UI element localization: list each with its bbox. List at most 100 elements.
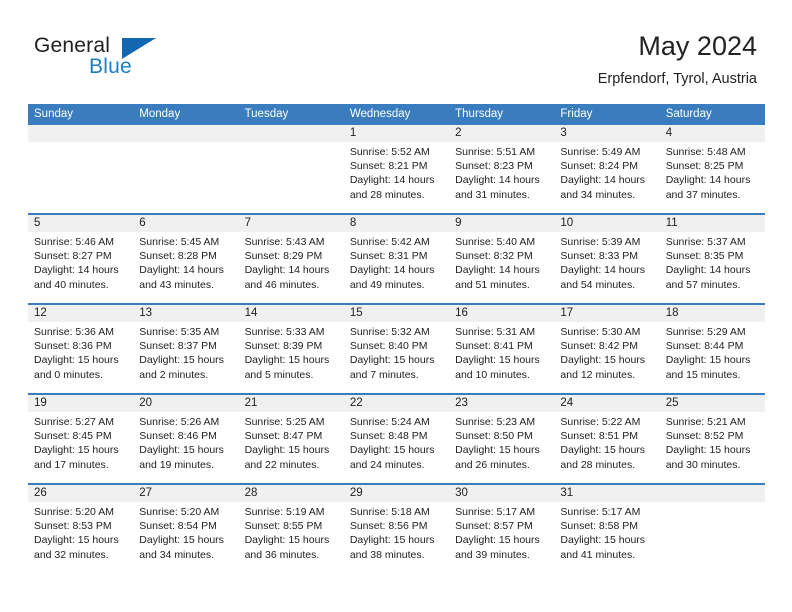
day-cell[interactable]: 31 Sunrise: 5:17 AM Sunset: 8:58 PM Dayligh… xyxy=(554,485,660,573)
day-details: Sunrise: 5:42 AM Sunset: 8:31 PM Daylight:… xyxy=(344,232,449,292)
day-cell[interactable]: 11 Sunrise: 5:37 AM Sunset: 8:35 PM Dayligh… xyxy=(659,215,765,303)
day-cell[interactable]: 27 Sunrise: 5:20 AM Sunset: 8:54 PM Dayligh… xyxy=(133,485,239,573)
sunset-text: Sunset: 8:50 PM xyxy=(455,430,533,443)
daylight-text-line2: and 24 minutes. xyxy=(349,458,425,471)
sunset-text: Sunset: 8:45 PM xyxy=(34,430,112,443)
day-cell[interactable]: 23 Sunrise: 5:23 AM Sunset: 8:50 PM Dayligh… xyxy=(449,395,555,483)
day-cell[interactable]: 9 Sunrise: 5:40 AM Sunset: 8:32 PM Daylight… xyxy=(449,215,555,303)
sunset-text: Sunset: 8:55 PM xyxy=(244,520,323,533)
day-cell[interactable]: 29 Sunrise: 5:18 AM Sunset: 8:56 PM Dayligh… xyxy=(343,485,450,573)
sunset-text: Sunset: 8:41 PM xyxy=(455,340,533,353)
sunset-text: Sunset: 8:58 PM xyxy=(560,520,639,533)
sunrise-text: Sunrise: 5:25 AM xyxy=(244,416,325,428)
day-cell[interactable]: 28 Sunrise: 5:19 AM Sunset: 8:55 PM Dayligh… xyxy=(238,485,344,573)
day-details: Sunrise: 5:33 AM Sunset: 8:39 PM Daylight:… xyxy=(239,322,344,382)
day-cell[interactable]: 8 Sunrise: 5:42 AM Sunset: 8:31 PM Daylight… xyxy=(343,215,450,303)
daylight-text-line1: Daylight: 14 hours xyxy=(455,174,540,187)
day-cell-empty xyxy=(28,125,134,213)
day-number: 31 xyxy=(554,485,660,502)
general-blue-logo[interactable]: General Blue xyxy=(34,34,164,82)
weekday-header-monday: Monday xyxy=(139,108,181,120)
sunrise-text: Sunrise: 5:39 AM xyxy=(560,236,641,248)
sunset-text: Sunset: 8:40 PM xyxy=(349,340,428,353)
week-inner: 5 Sunrise: 5:46 AM Sunset: 8:27 PM Daylight… xyxy=(28,215,765,303)
sunrise-text: Sunrise: 5:46 AM xyxy=(34,236,114,248)
sunrise-text: Sunrise: 5:33 AM xyxy=(244,326,325,338)
day-cell[interactable]: 3 Sunrise: 5:49 AM Sunset: 8:24 PM Daylight… xyxy=(554,125,660,213)
day-details: Sunrise: 5:18 AM Sunset: 8:56 PM Daylight:… xyxy=(344,502,449,562)
day-cell[interactable]: 17 Sunrise: 5:30 AM Sunset: 8:42 PM Dayligh… xyxy=(554,305,660,393)
day-cell[interactable]: 30 Sunrise: 5:17 AM Sunset: 8:57 PM Dayligh… xyxy=(449,485,555,573)
sunset-text: Sunset: 8:39 PM xyxy=(244,340,323,353)
day-cell[interactable]: 16 Sunrise: 5:31 AM Sunset: 8:41 PM Dayligh… xyxy=(449,305,555,393)
day-cell[interactable]: 6 Sunrise: 5:45 AM Sunset: 8:28 PM Daylight… xyxy=(133,215,239,303)
day-number xyxy=(133,125,239,142)
day-cell[interactable]: 5 Sunrise: 5:46 AM Sunset: 8:27 PM Daylight… xyxy=(28,215,134,303)
day-number: 10 xyxy=(554,215,660,232)
daylight-text-line2: and 39 minutes. xyxy=(455,548,530,561)
day-cell[interactable]: 18 Sunrise: 5:29 AM Sunset: 8:44 PM Dayligh… xyxy=(659,305,765,393)
day-details: Sunrise: 5:25 AM Sunset: 8:47 PM Daylight:… xyxy=(239,412,344,472)
daylight-text-line1: Daylight: 14 hours xyxy=(139,264,224,277)
day-cell[interactable]: 2 Sunrise: 5:51 AM Sunset: 8:23 PM Daylight… xyxy=(449,125,555,213)
day-number: 9 xyxy=(449,215,555,232)
calendar-week-row: 5 Sunrise: 5:46 AM Sunset: 8:27 PM Daylight… xyxy=(28,213,765,303)
day-number: 28 xyxy=(238,485,344,502)
day-cell[interactable]: 20 Sunrise: 5:26 AM Sunset: 8:46 PM Dayligh… xyxy=(133,395,239,483)
day-cell[interactable]: 15 Sunrise: 5:32 AM Sunset: 8:40 PM Dayligh… xyxy=(343,305,450,393)
weekday-header-wednesday: Wednesday xyxy=(349,108,411,120)
day-number xyxy=(659,485,765,502)
sunrise-text: Sunrise: 5:20 AM xyxy=(34,506,114,518)
sunrise-text: Sunrise: 5:35 AM xyxy=(139,326,220,338)
sunset-text: Sunset: 8:35 PM xyxy=(665,250,744,263)
daylight-text-line1: Daylight: 15 hours xyxy=(349,354,435,367)
day-cell[interactable]: 1 Sunrise: 5:52 AM Sunset: 8:21 PM Daylight… xyxy=(343,125,450,213)
daylight-text-line1: Daylight: 15 hours xyxy=(34,354,119,367)
daylight-text-line1: Daylight: 15 hours xyxy=(455,534,540,547)
day-cell[interactable]: 4 Sunrise: 5:48 AM Sunset: 8:25 PM Daylight… xyxy=(659,125,765,213)
day-cell[interactable]: 10 Sunrise: 5:39 AM Sunset: 8:33 PM Dayligh… xyxy=(554,215,660,303)
sunrise-text: Sunrise: 5:23 AM xyxy=(455,416,536,428)
sunset-text: Sunset: 8:37 PM xyxy=(139,340,217,353)
calendar-page: General Blue May 2024 Erpfendorf, Tyrol,… xyxy=(0,0,792,612)
day-number xyxy=(238,125,344,142)
day-cell[interactable]: 21 Sunrise: 5:25 AM Sunset: 8:47 PM Dayligh… xyxy=(238,395,344,483)
daylight-text-line1: Daylight: 14 hours xyxy=(244,264,330,277)
daylight-text-line2: and 0 minutes. xyxy=(34,368,103,381)
sunset-text: Sunset: 8:36 PM xyxy=(34,340,112,353)
sunrise-text: Sunrise: 5:42 AM xyxy=(349,236,430,248)
sunset-text: Sunset: 8:44 PM xyxy=(665,340,744,353)
daylight-text-line2: and 26 minutes. xyxy=(455,458,530,471)
day-number: 24 xyxy=(554,395,660,412)
weekday-header-friday: Friday xyxy=(560,108,593,120)
day-cell[interactable]: 13 Sunrise: 5:35 AM Sunset: 8:37 PM Dayligh… xyxy=(133,305,239,393)
day-cell[interactable]: 26 Sunrise: 5:20 AM Sunset: 8:53 PM Dayligh… xyxy=(28,485,134,573)
day-details: Sunrise: 5:31 AM Sunset: 8:41 PM Daylight:… xyxy=(449,322,554,382)
day-number: 29 xyxy=(343,485,450,502)
week-inner: 26 Sunrise: 5:20 AM Sunset: 8:53 PM Dayligh… xyxy=(28,485,765,573)
day-cell-empty xyxy=(659,485,765,573)
sunset-text: Sunset: 8:33 PM xyxy=(560,250,639,263)
day-details: Sunrise: 5:29 AM Sunset: 8:44 PM Daylight:… xyxy=(660,322,765,382)
daylight-text-line1: Daylight: 14 hours xyxy=(560,264,646,277)
day-details: Sunrise: 5:17 AM Sunset: 8:57 PM Daylight:… xyxy=(449,502,554,562)
day-cell[interactable]: 22 Sunrise: 5:24 AM Sunset: 8:48 PM Dayligh… xyxy=(343,395,450,483)
day-cell[interactable]: 19 Sunrise: 5:27 AM Sunset: 8:45 PM Dayligh… xyxy=(28,395,134,483)
daylight-text-line1: Daylight: 15 hours xyxy=(244,534,330,547)
sunrise-text: Sunrise: 5:30 AM xyxy=(560,326,641,338)
daylight-text-line1: Daylight: 15 hours xyxy=(560,534,646,547)
day-number: 27 xyxy=(133,485,239,502)
daylight-text-line2: and 17 minutes. xyxy=(34,458,109,471)
daylight-text-line1: Daylight: 14 hours xyxy=(455,264,540,277)
day-cell[interactable]: 25 Sunrise: 5:21 AM Sunset: 8:52 PM Dayligh… xyxy=(659,395,765,483)
daylight-text-line2: and 30 minutes. xyxy=(665,458,741,471)
day-cell[interactable]: 24 Sunrise: 5:22 AM Sunset: 8:51 PM Dayligh… xyxy=(554,395,660,483)
page-header: General Blue May 2024 Erpfendorf, Tyrol,… xyxy=(0,0,792,104)
day-details: Sunrise: 5:49 AM Sunset: 8:24 PM Daylight:… xyxy=(554,142,659,202)
day-cell[interactable]: 12 Sunrise: 5:36 AM Sunset: 8:36 PM Dayligh… xyxy=(28,305,134,393)
sunset-text: Sunset: 8:53 PM xyxy=(34,520,112,533)
day-cell[interactable]: 7 Sunrise: 5:43 AM Sunset: 8:29 PM Daylight… xyxy=(238,215,344,303)
day-cell-empty xyxy=(238,125,344,213)
day-cell[interactable]: 14 Sunrise: 5:33 AM Sunset: 8:39 PM Dayligh… xyxy=(238,305,344,393)
sunrise-text: Sunrise: 5:21 AM xyxy=(665,416,746,428)
